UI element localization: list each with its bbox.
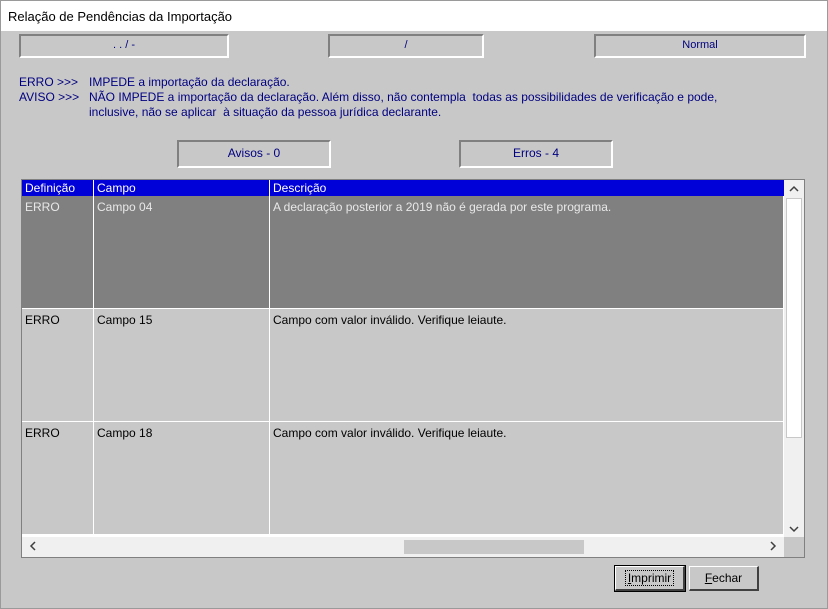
cell-definicao: ERRO bbox=[22, 422, 94, 535]
erros-counter-text: Erros - 4 bbox=[512, 146, 559, 160]
legend-aviso-text2: inclusive, não se aplicar à situação da … bbox=[89, 105, 442, 119]
print-button-label: Imprimir bbox=[624, 570, 675, 586]
cell-definicao: ERRO bbox=[22, 309, 94, 422]
table-row[interactable]: ERRO Campo 18 Campo com valor inválido. … bbox=[22, 422, 784, 535]
status-slash-text: / bbox=[404, 39, 408, 51]
vertical-scroll-thumb[interactable] bbox=[786, 198, 802, 438]
cell-descricao: Campo com valor inválido. Verifique leia… bbox=[270, 422, 784, 535]
legend-aviso-continuation: inclusive, não se aplicar à situação da … bbox=[89, 105, 441, 119]
column-header-definicao[interactable]: Definição bbox=[22, 180, 94, 196]
status-mode-text: Normal bbox=[682, 39, 718, 51]
title-bar[interactable]: Relação de Pendências da Importação bbox=[1, 1, 827, 31]
close-button-text: echar bbox=[712, 571, 743, 585]
horizontal-scrollbar[interactable] bbox=[22, 537, 784, 557]
vertical-scrollbar[interactable] bbox=[784, 180, 804, 538]
cell-definicao: ERRO bbox=[22, 196, 94, 309]
cell-campo: Campo 18 bbox=[94, 422, 270, 535]
erros-counter: Erros - 4 bbox=[459, 140, 613, 168]
status-panel-date: . . / - bbox=[19, 34, 229, 58]
cell-campo: Campo 15 bbox=[94, 309, 270, 422]
legend-erro: ERRO >>> IMPEDE a importação da declaraçã… bbox=[19, 75, 290, 89]
close-button-label: Fechar bbox=[705, 571, 742, 585]
cell-descricao: Campo com valor inválido. Verifique leia… bbox=[270, 309, 784, 422]
avisos-counter-text: Avisos - 0 bbox=[227, 146, 281, 160]
legend-aviso-code: AVISO >>> bbox=[19, 90, 80, 104]
table-row[interactable]: ERRO Campo 04 A declaração posterior a 2… bbox=[22, 196, 784, 309]
avisos-counter: Avisos - 0 bbox=[177, 140, 331, 168]
column-header-campo[interactable]: Campo bbox=[94, 180, 270, 196]
legend-aviso: AVISO >>> NÃO IMPEDE a importação da decl… bbox=[19, 90, 717, 104]
close-button[interactable]: Fechar bbox=[689, 566, 759, 591]
status-panel-mode: Normal bbox=[594, 34, 806, 58]
legend-erro-code: ERRO >>> bbox=[19, 75, 79, 89]
table-row[interactable]: ERRO Campo 15 Campo com valor inválido. … bbox=[22, 309, 784, 422]
chevron-right-icon[interactable] bbox=[764, 538, 782, 556]
window-client-area: . . / - / Normal ERRO >>> IMPEDE a import… bbox=[1, 31, 827, 608]
chevron-down-icon[interactable] bbox=[785, 520, 803, 538]
chevron-left-icon[interactable] bbox=[24, 538, 42, 556]
scrollbar-corner bbox=[784, 537, 804, 557]
status-panel-slash: / bbox=[328, 34, 484, 58]
cell-descricao: A declaração posterior a 2019 não é gera… bbox=[270, 196, 784, 309]
legend-aviso-text: NÃO IMPEDE a importação da declaração. A… bbox=[89, 90, 718, 104]
status-date-text: . . / - bbox=[113, 39, 135, 51]
legend-erro-text: IMPEDE a importação da declaração. bbox=[89, 75, 290, 89]
grid-header: Definição Campo Descrição bbox=[22, 180, 784, 196]
window-title: Relação de Pendências da Importação bbox=[8, 9, 233, 24]
print-button-text: mprimir bbox=[631, 571, 672, 585]
chevron-up-icon[interactable] bbox=[785, 180, 803, 198]
print-button[interactable]: Imprimir bbox=[614, 565, 686, 592]
column-header-descricao[interactable]: Descrição bbox=[270, 180, 784, 196]
cell-campo: Campo 04 bbox=[94, 196, 270, 309]
horizontal-scroll-thumb[interactable] bbox=[404, 540, 584, 554]
pendencias-window: Relação de Pendências da Importação . . … bbox=[0, 0, 828, 609]
pendencias-grid[interactable]: Definição Campo Descrição ERRO Campo 04 … bbox=[21, 179, 805, 558]
